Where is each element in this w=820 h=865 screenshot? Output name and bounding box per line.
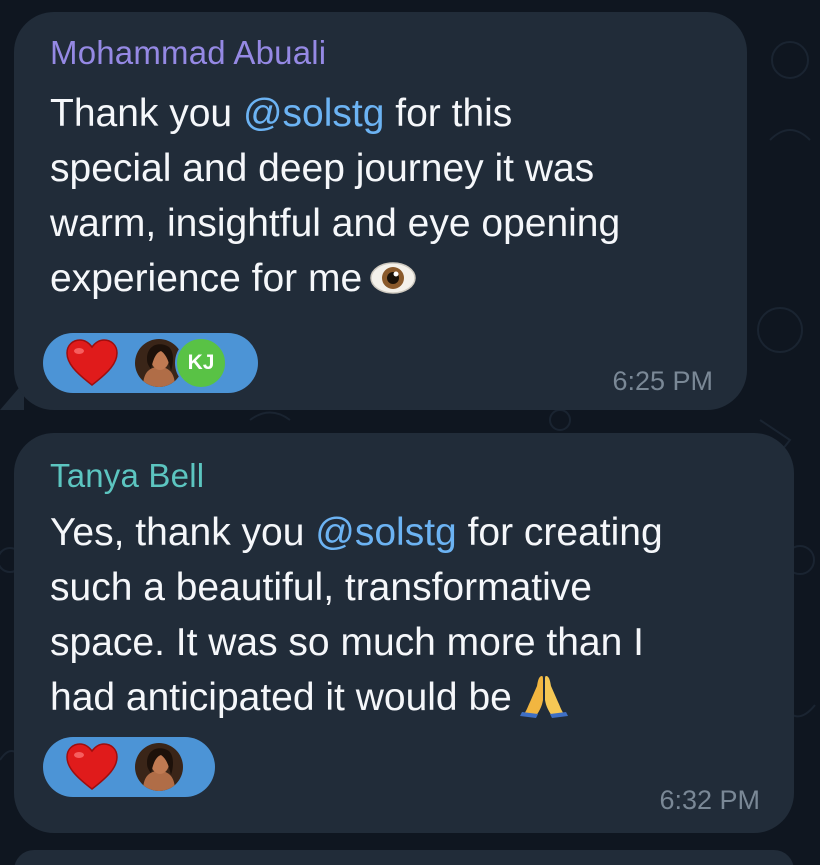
avatar-photo-icon (135, 743, 183, 791)
reactions-bar[interactable] (43, 737, 215, 797)
reactions-bar[interactable]: KJ (43, 333, 258, 393)
message-line: Yes, thank you @solstg for creating (50, 511, 663, 554)
red-heart-icon[interactable] (65, 743, 119, 791)
message-line: warm, insightful and eye opening (50, 202, 621, 245)
eye-emoji (370, 262, 416, 294)
message-text: Yes, thank you @solstg for creating such… (50, 505, 663, 725)
message-line: Thank you @solstg for this (50, 92, 513, 135)
message-bubble-partial[interactable] (14, 850, 794, 865)
message-bubble[interactable]: Mohammad Abuali Thank you @solstg for th… (14, 12, 747, 410)
reactor-avatar-kj[interactable]: KJ (175, 337, 227, 389)
message-line: space. It was so much more than I (50, 621, 644, 664)
mention-link[interactable]: @solstg (315, 511, 456, 554)
message-line: special and deep journey it was (50, 147, 595, 190)
red-heart-icon[interactable] (65, 339, 119, 387)
message-time: 6:25 PM (612, 366, 713, 396)
mention-link[interactable]: @solstg (243, 92, 384, 135)
message-bubble[interactable]: Tanya Bell Yes, thank you @solstg for cr… (14, 433, 794, 833)
message-text: Thank you @solstg for this special and d… (50, 86, 620, 306)
message-line: had anticipated it would be (50, 670, 663, 725)
folded-hands-emoji (519, 676, 568, 718)
sender-name[interactable]: Tanya Bell (50, 457, 204, 495)
message-line: such a beautiful, transformative (50, 566, 592, 609)
avatar-initials: KJ (187, 351, 215, 374)
message-time: 6:32 PM (659, 785, 760, 815)
message-line: experience for me (50, 251, 620, 306)
reactor-avatar[interactable] (133, 741, 185, 793)
sender-name[interactable]: Mohammad Abuali (50, 34, 326, 72)
